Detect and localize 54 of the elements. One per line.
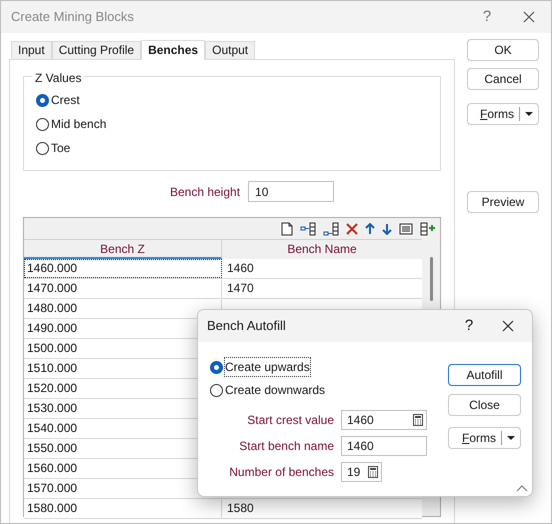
table-cell: 1460.000: [24, 259, 222, 278]
table-cell: 1470.000: [24, 279, 222, 298]
forms-button[interactable]: Forms: [448, 427, 521, 449]
arrow-down-icon[interactable]: [382, 222, 392, 234]
bench-height-field[interactable]: 10: [248, 181, 334, 202]
new-page-icon[interactable]: [281, 222, 293, 236]
table-cell: 1580.000: [24, 499, 222, 518]
scrollbar-thumb[interactable]: [430, 257, 432, 301]
delete-icon[interactable]: [346, 222, 358, 234]
calculator-icon[interactable]: [368, 466, 378, 478]
dialog-button[interactable]: Preview: [467, 191, 539, 213]
arrow-up-icon[interactable]: [365, 222, 375, 234]
radio-button[interactable]: [36, 94, 49, 106]
field-label: Bench height: [170, 184, 240, 200]
insert-row-icon[interactable]: [300, 222, 316, 236]
tab[interactable]: Cutting Profile: [52, 41, 142, 59]
help-button[interactable]: ?: [454, 314, 484, 338]
radio-label[interactable]: Toe: [51, 139, 70, 157]
list-icon[interactable]: [399, 222, 413, 234]
column-header[interactable]: Bench Z: [24, 240, 222, 259]
window-title: Create Mining Blocks: [11, 8, 134, 26]
radio-label[interactable]: Create upwards: [225, 358, 310, 376]
field-label: Number of benches: [228, 464, 334, 481]
radio-button[interactable]: [210, 360, 223, 374]
radio-label[interactable]: Mid bench: [51, 115, 106, 133]
tab[interactable]: Input: [11, 41, 52, 59]
table-cell-text: 1580: [226, 500, 255, 517]
dialog-button[interactable]: Autofill: [448, 364, 521, 386]
close-icon[interactable]: [523, 11, 535, 23]
column-header[interactable]: Bench Name: [222, 240, 422, 259]
radio-button[interactable]: [36, 142, 49, 154]
calculator-icon[interactable]: [413, 414, 423, 426]
radio-label[interactable]: Create downwards: [225, 381, 326, 399]
radio-label[interactable]: Crest: [51, 91, 80, 109]
input-field[interactable]: 1460: [341, 436, 427, 456]
table-cell-text: 1460: [226, 260, 255, 277]
append-row-icon[interactable]: [323, 222, 339, 236]
close-icon[interactable]: [502, 320, 514, 332]
collapse-icon[interactable]: [516, 485, 528, 492]
help-button[interactable]: ?: [467, 6, 507, 28]
dialog-button[interactable]: Cancel: [467, 68, 539, 90]
forms-button[interactable]: Forms: [467, 103, 539, 125]
input-field[interactable]: 19: [341, 462, 382, 482]
radio-button[interactable]: [36, 118, 49, 130]
dialog-button[interactable]: Close: [448, 394, 521, 416]
radio-button[interactable]: [210, 384, 223, 396]
table-cell-text: 1470: [226, 280, 255, 297]
field-label: Start bench name: [238, 438, 334, 455]
tab[interactable]: Benches: [141, 40, 206, 60]
input-field[interactable]: 1460: [341, 410, 427, 430]
add-column-icon[interactable]: [420, 222, 436, 236]
tab[interactable]: Output: [205, 41, 256, 59]
field-label: Start crest value: [246, 412, 334, 429]
dialog-button[interactable]: OK: [467, 39, 539, 61]
